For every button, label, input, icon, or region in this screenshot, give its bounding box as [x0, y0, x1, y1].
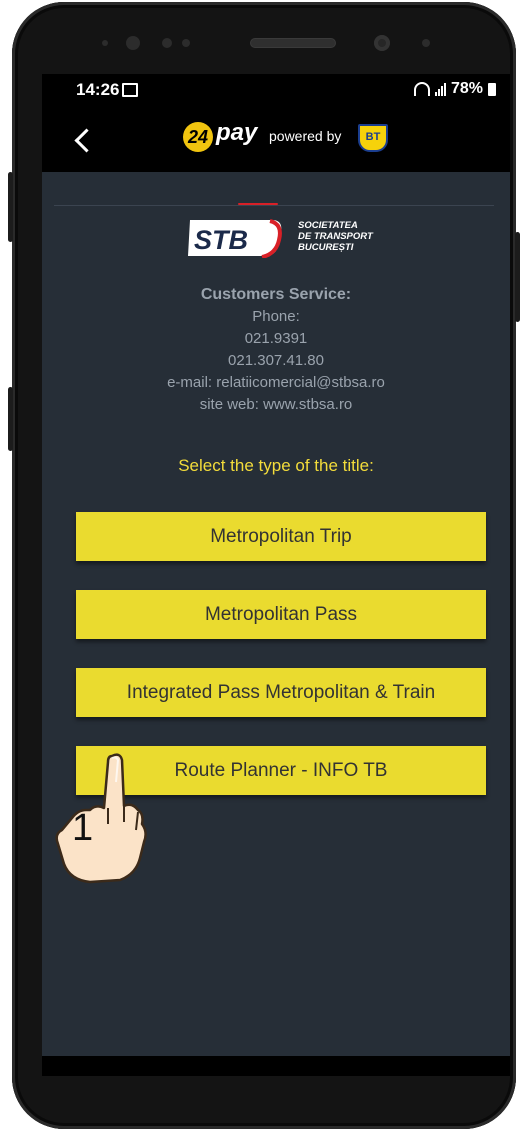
- front-camera: [374, 35, 390, 51]
- proximity-sensor: [162, 38, 172, 48]
- phone-number-1: 021.9391: [244, 330, 308, 347]
- sensor-dot-right: [422, 39, 430, 47]
- step-number: 1: [72, 807, 93, 849]
- customer-service-info: Customers Service: Phone: 021.9391 021.3…: [42, 284, 510, 416]
- integrated-pass-button[interactable]: Integrated Pass Metropolitan & Train: [76, 668, 486, 717]
- select-title-prompt: Select the type of the title:: [178, 456, 374, 475]
- iris-sensor: [126, 36, 140, 50]
- email-text: e-mail: relatiicomercial@stbsa.ro: [167, 374, 385, 391]
- company-name-line: DE TRANSPORT: [298, 231, 373, 242]
- logo-pay-text: pay: [216, 119, 258, 146]
- bixby-button: [8, 387, 13, 451]
- sensor-dot: [102, 40, 108, 46]
- stb-logo: STB: [188, 219, 282, 258]
- company-name-line: SOCIETATEA: [298, 220, 358, 231]
- battery-icon: [488, 82, 496, 96]
- divider-accent: [238, 203, 278, 205]
- status-bar: 14:26 78%: [42, 74, 510, 106]
- status-time: 14:26: [76, 80, 120, 99]
- volume-button: [8, 172, 13, 242]
- battery-percent: 78%: [450, 80, 483, 97]
- logo-24-icon: 24: [183, 122, 213, 152]
- metropolitan-pass-button[interactable]: Metropolitan Pass: [76, 590, 486, 639]
- phone-label: Phone:: [252, 308, 300, 325]
- back-button[interactable]: [52, 114, 99, 160]
- power-button: [515, 232, 520, 322]
- back-arrow-icon: [74, 128, 99, 153]
- company-name-line: BUCUREȘTI: [298, 242, 354, 253]
- website-text: site web: www.stbsa.ro: [199, 396, 353, 413]
- app-bar: 24 pay powered by BT: [42, 106, 510, 172]
- light-sensor: [182, 39, 190, 47]
- powered-by-text: powered by: [269, 128, 342, 144]
- navigation-bar: [42, 1056, 510, 1076]
- phone-number-2: 021.307.41.80: [228, 352, 324, 369]
- signal-icon: [434, 82, 446, 96]
- phone-frame: 14:26 78% 24 pay powered by BT STB SOCIE…: [8, 2, 520, 1129]
- pointing-hand-icon: 1: [55, 753, 147, 884]
- stb-logo-text: STB: [194, 225, 248, 255]
- header-divider: [54, 205, 494, 206]
- screen: 14:26 78% 24 pay powered by BT STB SOCIE…: [42, 74, 510, 1076]
- customer-service-heading: Customers Service:: [200, 286, 352, 303]
- wifi-icon: [413, 82, 430, 96]
- metropolitan-trip-button[interactable]: Metropolitan Trip: [76, 512, 486, 561]
- top-bezel: [40, 16, 512, 74]
- bt-bank-logo: BT: [358, 124, 388, 152]
- gallery-notification-icon: [122, 83, 138, 97]
- earpiece-speaker: [250, 38, 336, 48]
- company-name: SOCIETATEA DE TRANSPORT BUCUREȘTI: [298, 220, 373, 253]
- status-right: 78%: [413, 80, 496, 98]
